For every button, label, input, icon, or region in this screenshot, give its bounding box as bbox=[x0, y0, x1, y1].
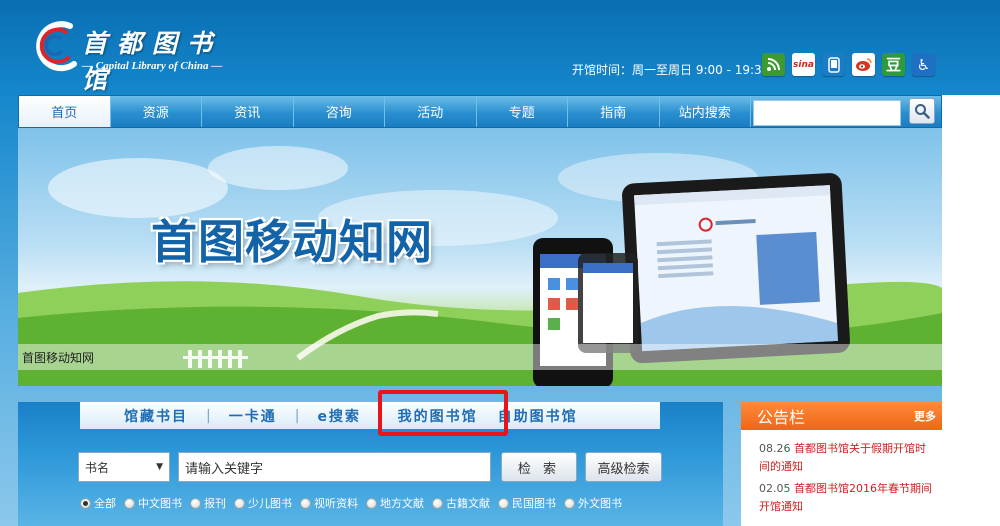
accessibility-icon[interactable]: ♿ bbox=[912, 53, 935, 76]
nav-search bbox=[751, 96, 941, 127]
field-select[interactable]: 书名 ▼ bbox=[78, 452, 170, 482]
mobile-icon[interactable] bbox=[822, 53, 845, 76]
radio-icon bbox=[234, 497, 245, 509]
chevron-down-icon: ▼ bbox=[156, 462, 163, 472]
option-audiovisual[interactable]: 视听资料 bbox=[300, 495, 358, 511]
notice-more-link[interactable]: 更多 bbox=[914, 408, 936, 424]
site-logo[interactable]: 首都图书馆 — Capital Library of China — bbox=[30, 18, 250, 94]
option-foreign-books[interactable]: 外文图书 bbox=[564, 495, 622, 511]
option-republic-era-books[interactable]: 民国图书 bbox=[498, 495, 556, 511]
hero-banner[interactable]: 首图移动知网 首图移动知网 bbox=[18, 128, 942, 386]
search-submit-button[interactable]: 检 索 bbox=[501, 452, 577, 482]
banner-caption: 首图移动知网 bbox=[18, 344, 942, 370]
nav-resources[interactable]: 资源 bbox=[111, 96, 202, 127]
weibo-icon[interactable] bbox=[852, 53, 875, 76]
search-row: 书名 ▼ 请输入关键字 检 索 高级检索 bbox=[78, 452, 662, 482]
page-right-margin bbox=[942, 95, 1000, 526]
radio-icon bbox=[190, 497, 201, 509]
option-ancient-books[interactable]: 古籍文献 bbox=[432, 495, 490, 511]
notice-title: 公告栏 bbox=[757, 408, 806, 427]
nav-guide[interactable]: 指南 bbox=[568, 96, 660, 127]
nav-events[interactable]: 活动 bbox=[385, 96, 477, 127]
nav-topics[interactable]: 专题 bbox=[477, 96, 568, 127]
advanced-search-button[interactable]: 高级检索 bbox=[585, 452, 662, 482]
search-tabs: 馆藏书目 | 一卡通 | e搜索 | 我的图书馆 自助图书馆 bbox=[80, 402, 660, 429]
tab-catalog[interactable]: 馆藏书目 bbox=[80, 406, 206, 426]
search-button[interactable] bbox=[909, 98, 935, 124]
radio-icon bbox=[124, 497, 135, 509]
nav-home[interactable]: 首页 bbox=[19, 96, 111, 127]
notice-date: 02.05 bbox=[759, 482, 791, 495]
tab-card[interactable]: 一卡通 bbox=[211, 406, 295, 426]
search-icon bbox=[915, 104, 930, 119]
option-all[interactable]: 全部 bbox=[80, 495, 116, 511]
tab-e-search[interactable]: e搜索 bbox=[299, 406, 379, 426]
option-chinese-books[interactable]: 中文图书 bbox=[124, 495, 182, 511]
main-nav: 首页 资源 资讯 咨询 活动 专题 指南 站内搜索 bbox=[18, 95, 942, 128]
rss-icon[interactable] bbox=[762, 53, 785, 76]
catalog-search-panel: 馆藏书目 | 一卡通 | e搜索 | 我的图书馆 自助图书馆 书名 ▼ 请输入关… bbox=[18, 390, 723, 526]
radio-icon bbox=[300, 497, 311, 509]
option-periodicals[interactable]: 报刊 bbox=[190, 495, 226, 511]
nav-news[interactable]: 资讯 bbox=[202, 96, 294, 127]
banner-title: 首图移动知网 bbox=[151, 215, 433, 269]
douban-icon[interactable]: 豆 bbox=[882, 53, 905, 76]
nav-site-search-label: 站内搜索 bbox=[660, 96, 751, 127]
notice-item[interactable]: 02.05 首都图书馆2016年春节期间开馆通知 bbox=[759, 480, 934, 516]
notice-header: 公告栏 更多 bbox=[741, 402, 942, 430]
radio-checked-icon bbox=[80, 497, 91, 509]
social-links: sina 豆 ♿ bbox=[762, 53, 935, 76]
site-header: 首都图书馆 — Capital Library of China — 开馆时间：… bbox=[0, 0, 1000, 95]
option-children-books[interactable]: 少儿图书 bbox=[234, 495, 292, 511]
keyword-input[interactable]: 请输入关键字 bbox=[178, 452, 491, 482]
nav-consult[interactable]: 咨询 bbox=[294, 96, 385, 127]
opening-hours: 开馆时间：周一至周日 9:00 - 19:30 bbox=[572, 63, 770, 77]
site-search-input[interactable] bbox=[753, 100, 901, 126]
field-select-value: 书名 bbox=[85, 460, 110, 475]
radio-icon bbox=[432, 497, 443, 509]
library-logo-icon bbox=[36, 21, 77, 72]
keyword-placeholder: 请输入关键字 bbox=[185, 461, 264, 477]
notice-list: 08.26 首都图书馆关于假期开馆时间的通知 02.05 首都图书馆2016年春… bbox=[741, 430, 942, 516]
option-local-documents[interactable]: 地方文献 bbox=[366, 495, 424, 511]
radio-icon bbox=[366, 497, 377, 509]
notice-board: 公告栏 更多 08.26 首都图书馆关于假期开馆时间的通知 02.05 首都图书… bbox=[741, 402, 942, 526]
resource-type-options: 全部 中文图书 报刊 少儿图书 视听资料 地方文献 古籍文献 民国图书 外文图书 bbox=[80, 495, 626, 511]
annotation-highlight-box bbox=[378, 390, 508, 436]
logo-english-name: — Capital Library of China — bbox=[82, 60, 223, 72]
notice-item[interactable]: 08.26 首都图书馆关于假期开馆时间的通知 bbox=[759, 440, 934, 476]
notice-date: 08.26 bbox=[759, 442, 791, 455]
radio-icon bbox=[564, 497, 575, 509]
radio-icon bbox=[498, 497, 509, 509]
sina-icon[interactable]: sina bbox=[792, 53, 815, 76]
